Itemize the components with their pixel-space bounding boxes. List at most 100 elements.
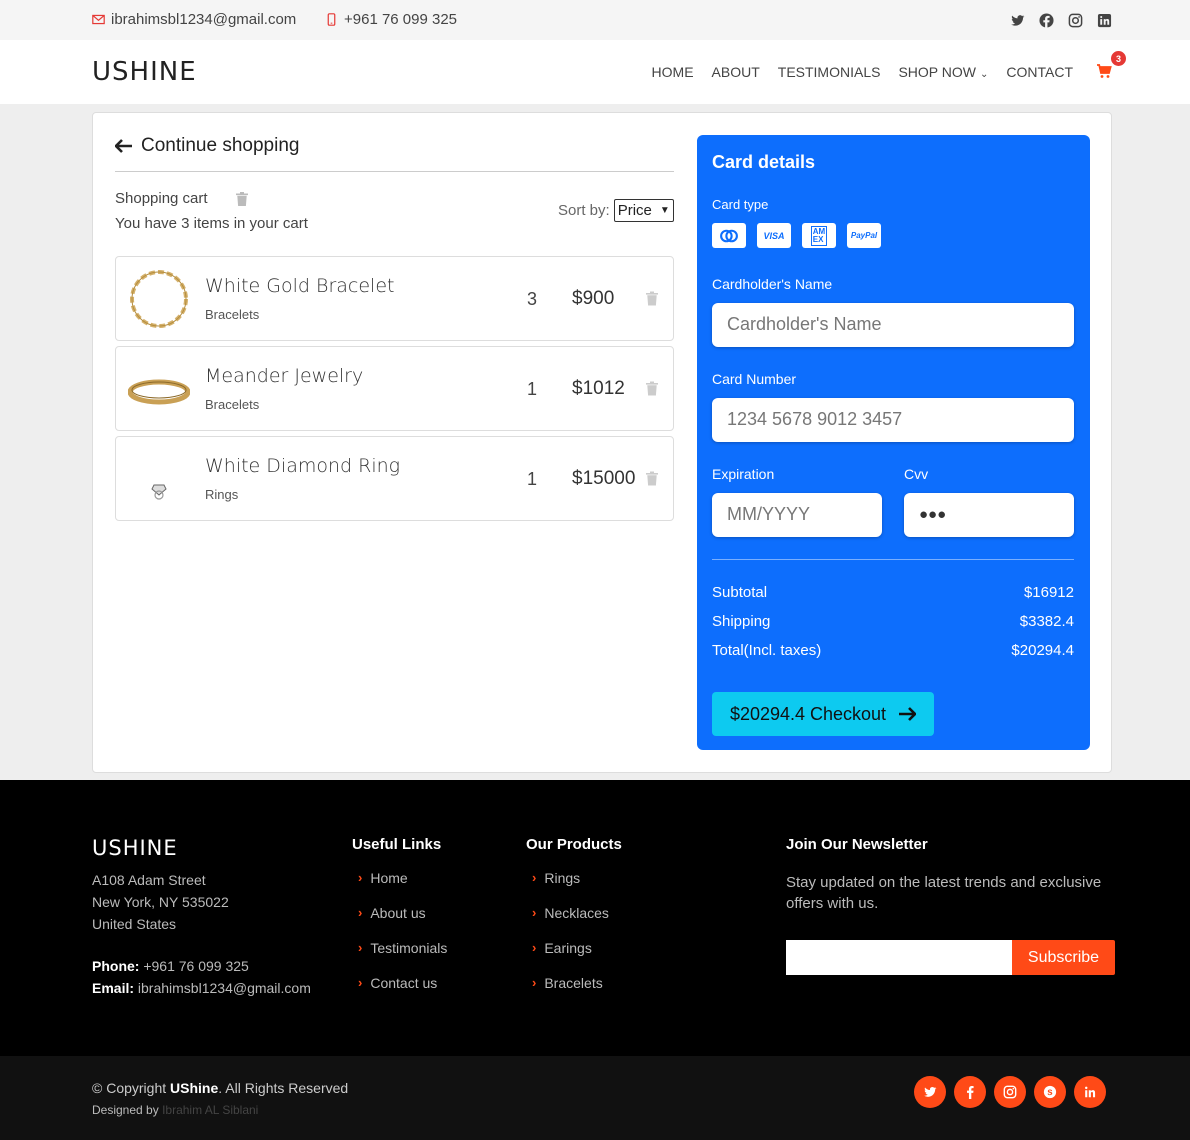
newsletter-title: Join Our Newsletter — [786, 836, 928, 853]
link-label: About us — [370, 905, 426, 921]
divider — [712, 559, 1074, 560]
twitter-icon[interactable] — [914, 1076, 946, 1108]
copyright: © Copyright UShine. All Rights Reserved — [92, 1080, 348, 1096]
linkedin-icon[interactable] — [1096, 12, 1112, 28]
nav-about[interactable]: ABOUT — [712, 64, 760, 80]
checkout-button[interactable]: $20294.4 Checkout — [712, 692, 934, 736]
footer-address: A108 Adam Street New York, NY 535022 Uni… — [92, 869, 229, 935]
instagram-icon[interactable] — [994, 1076, 1026, 1108]
item-name[interactable]: White Gold Bracelet — [205, 275, 394, 297]
link-label: Testimonials — [370, 940, 448, 956]
item-category: Bracelets — [205, 397, 260, 412]
arrow-right-icon — [899, 707, 917, 721]
subtotal-value: $16912 — [1023, 584, 1074, 601]
twitter-icon[interactable] — [1009, 12, 1025, 28]
useful-links: › Home › About us › Testimonials › Contact u… — [358, 870, 447, 1010]
facebook-icon[interactable] — [954, 1076, 986, 1108]
newsletter-email-input[interactable] — [786, 940, 1012, 975]
designed-by-label: Designed by — [92, 1103, 159, 1117]
item-name[interactable]: White Diamond Ring — [205, 455, 400, 477]
sort-label: Sort by: — [558, 202, 610, 219]
footer-link-testimonials[interactable]: › Testimonials — [358, 940, 447, 975]
footer-link-bracelets[interactable]: › Bracelets — [532, 975, 609, 1010]
footer-bottom: © Copyright UShine. All Rights Reserved … — [0, 1056, 1190, 1140]
cart-heading: Shopping cart — [115, 190, 248, 207]
top-email[interactable]: ibrahimsbl1234@gmail.com — [92, 11, 296, 28]
site-logo[interactable]: USHINE — [92, 57, 197, 87]
nav-testimonials[interactable]: TESTIMONIALS — [778, 64, 881, 80]
shipping-label: Shipping — [712, 613, 771, 630]
products-title: Our Products — [526, 836, 622, 853]
cvv-label: Cvv — [904, 466, 929, 482]
facebook-icon[interactable] — [1038, 12, 1054, 28]
continue-shopping-link[interactable]: Continue shopping — [115, 135, 299, 157]
visa-icon[interactable]: VISA — [757, 223, 791, 248]
chevron-right-icon: › — [358, 940, 363, 955]
nav-home[interactable]: HOME — [652, 64, 694, 80]
footer-link-contact[interactable]: › Contact us — [358, 975, 447, 1010]
mastercard-icon[interactable] — [712, 223, 746, 248]
item-price: $900 — [572, 288, 615, 309]
trash-icon[interactable] — [646, 471, 658, 486]
nav-contact[interactable]: CONTACT — [1006, 64, 1073, 80]
amex-icon[interactable]: AM EX — [802, 223, 836, 248]
cvv-input[interactable]: ●●● — [904, 493, 1074, 537]
cart-count-badge: 3 — [1111, 51, 1126, 66]
cart-item: Meander Jewelry Bracelets 1 $1012 — [115, 346, 674, 431]
product-links: › Rings › Necklaces › Earings › Bracelets — [532, 870, 609, 1010]
phone-label: Phone: — [92, 958, 140, 974]
bangle-image — [128, 379, 190, 405]
link-label: Contact us — [370, 975, 438, 991]
cardholder-name-label: Cardholder's Name — [712, 276, 833, 292]
footer-link-necklaces[interactable]: › Necklaces — [532, 905, 609, 940]
chevron-right-icon: › — [532, 975, 537, 990]
cart-icon[interactable] — [1096, 63, 1112, 79]
instagram-icon[interactable] — [1067, 12, 1083, 28]
sort-select[interactable]: Price ▼ — [613, 199, 674, 222]
footer-link-about[interactable]: › About us — [358, 905, 447, 940]
cart-subtitle: You have 3 items in your cart — [115, 215, 308, 232]
designed-by: Designed by Ibrahim AL Siblani — [92, 1103, 258, 1117]
footer-link-home[interactable]: › Home — [358, 870, 447, 905]
cardholder-name-input[interactable]: Cardholder's Name — [712, 303, 1074, 347]
item-price: $1012 — [572, 378, 625, 399]
item-name[interactable]: Meander Jewelry — [205, 365, 363, 387]
author-link[interactable]: Ibrahim AL Siblani — [162, 1103, 258, 1117]
shipping-row: Shipping $3382.4 — [712, 613, 1074, 630]
divider — [115, 171, 674, 172]
email-label: Email: — [92, 980, 135, 996]
card-number-input[interactable]: 1234 5678 9012 3457 — [712, 398, 1074, 442]
copyright-brand: UShine — [170, 1080, 219, 1096]
expiration-input[interactable]: MM/YYYY — [712, 493, 882, 537]
chevron-right-icon: › — [532, 905, 537, 920]
top-phone[interactable]: +961 76 099 325 — [325, 11, 457, 28]
shipping-value: $3382.4 — [1019, 613, 1074, 630]
item-category: Bracelets — [205, 307, 260, 322]
main-nav: HOME ABOUT TESTIMONIALS SHOP NOW ⌄ CONTAC… — [652, 64, 1073, 80]
trash-icon[interactable] — [646, 291, 658, 306]
skype-icon[interactable] — [1034, 1076, 1066, 1108]
item-category: Rings — [205, 487, 239, 502]
bracelet-image — [130, 270, 188, 328]
card-number-label: Card Number — [712, 371, 797, 387]
email-value: ibrahimsbl1234@gmail.com — [137, 980, 311, 996]
paypal-icon[interactable]: PayPal — [847, 223, 881, 248]
nav-shop-now[interactable]: SHOP NOW ⌄ — [898, 64, 988, 80]
footer-link-earings[interactable]: › Earings — [532, 940, 609, 975]
trash-icon[interactable] — [646, 381, 658, 396]
subscribe-button[interactable]: Subscribe — [1012, 940, 1115, 975]
linkedin-icon[interactable] — [1074, 1076, 1106, 1108]
footer-link-rings[interactable]: › Rings — [532, 870, 609, 905]
envelope-icon — [92, 14, 105, 25]
chevron-right-icon: › — [532, 870, 537, 885]
trash-icon[interactable] — [235, 191, 248, 206]
item-price: $15000 — [572, 468, 636, 489]
continue-shopping-label: Continue shopping — [141, 135, 300, 156]
item-quantity: 3 — [527, 289, 538, 309]
footer-email: Email: ibrahimsbl1234@gmail.com — [92, 980, 311, 996]
useful-links-title: Useful Links — [352, 836, 442, 853]
top-email-text: ibrahimsbl1234@gmail.com — [111, 11, 297, 28]
chevron-down-icon: ▼ — [659, 205, 670, 216]
card-type-options: VISA AM EX PayPal — [712, 223, 881, 248]
item-quantity: 1 — [527, 379, 538, 399]
